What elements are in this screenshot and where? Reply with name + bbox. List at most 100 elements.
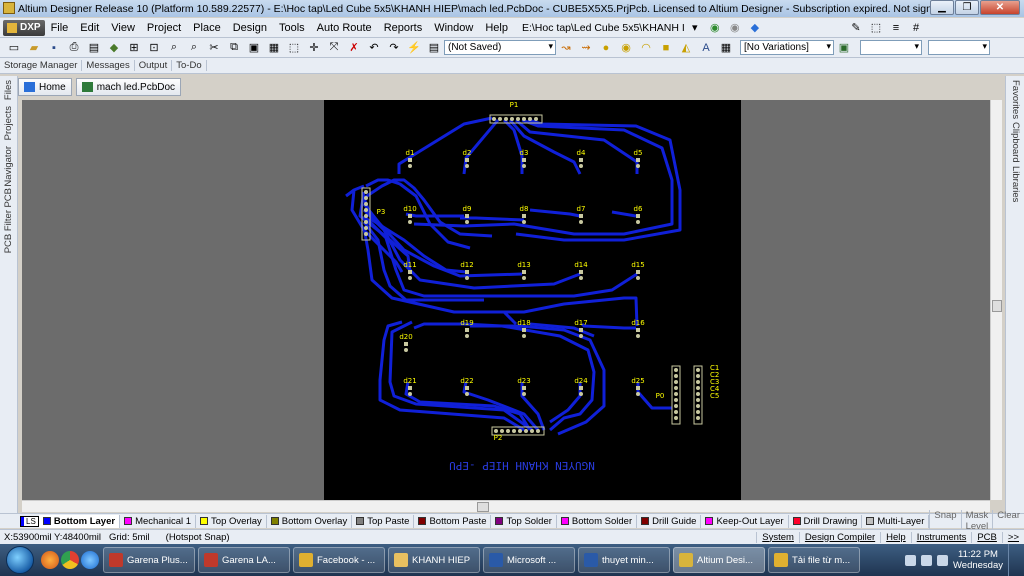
layer-tab-keep-out[interactable]: Keep-Out Layer (701, 514, 789, 528)
redo-icon[interactable]: ↷ (386, 41, 402, 55)
place-fill-icon[interactable]: ■ (658, 41, 674, 55)
pcb-board[interactable]: d1 d2 d3 d4 d5 d10 d9 d8 d7 d6 d11 d12 d13 d14 d15 d19 d… (324, 100, 741, 500)
filter-combo-2[interactable] (928, 40, 990, 55)
align-tool-icon[interactable]: ≡ (888, 21, 904, 35)
zoom-filter-icon[interactable]: ⌕ (186, 41, 202, 55)
clear-filter-icon[interactable]: ✗ (346, 41, 362, 55)
layer-tab-top-paste[interactable]: Top Paste (352, 514, 415, 528)
task-facebook[interactable]: Facebook - ... (293, 547, 385, 573)
layer-tab-mechanical-1[interactable]: Mechanical 1 (120, 514, 197, 528)
start-button[interactable] (0, 544, 40, 576)
save-icon[interactable]: ▪ (46, 41, 62, 55)
grid-tool-icon[interactable]: # (908, 21, 924, 35)
layer-tab-drill-guide[interactable]: Drill Guide (637, 514, 702, 528)
language-icon[interactable] (905, 554, 916, 566)
layer-tab-bottom-paste[interactable]: Bottom Paste (414, 514, 492, 528)
panel-storage-manager[interactable]: Storage Manager (0, 60, 83, 71)
move-icon[interactable]: ✛ (306, 41, 322, 55)
horizontal-scroll-thumb[interactable] (477, 502, 489, 512)
zoom-fit-icon[interactable]: ⊞ (126, 41, 142, 55)
panel-pcb[interactable]: PCB (3, 188, 14, 208)
menu-auto-route[interactable]: Auto Route (311, 22, 378, 34)
nav-home-icon[interactable]: ◆ (747, 21, 763, 35)
deselect-icon[interactable]: ⤧ (326, 41, 342, 55)
panel-favorites[interactable]: Favorites (1010, 80, 1021, 119)
task-altium[interactable]: Altium Desi... (673, 547, 765, 573)
panel-clipboard[interactable]: Clipboard (1010, 122, 1021, 163)
panel-navigator[interactable]: Navigator (3, 146, 14, 187)
menu-project[interactable]: Project (141, 22, 187, 34)
rubber-stamp-icon[interactable]: ▦ (266, 41, 282, 55)
place-pad-icon[interactable]: ● (598, 41, 614, 55)
place-string-icon[interactable]: A (698, 41, 714, 55)
crossprobe-icon[interactable]: ⚡ (406, 41, 422, 55)
browse-icon[interactable]: ▤ (426, 41, 442, 55)
route-multiple-icon[interactable]: ⇝ (578, 41, 594, 55)
filter-combo[interactable] (860, 40, 922, 55)
status-system[interactable]: System (756, 531, 799, 543)
task-garena-plus[interactable]: Garena Plus... (103, 547, 195, 573)
cut-icon[interactable]: ✂ (206, 41, 222, 55)
open-icon[interactable]: ▰ (26, 41, 42, 55)
pcb-workspace[interactable]: d1 d2 d3 d4 d5 d10 d9 d8 d7 d6 d11 d12 d13 d14 d15 d19 d… (22, 100, 990, 500)
task-tai-file[interactable]: Tải file từ m... (768, 547, 860, 573)
menu-design[interactable]: Design (227, 22, 273, 34)
variant-manager-icon[interactable]: ▣ (836, 41, 852, 55)
layer-tab-top-overlay[interactable]: Top Overlay (196, 514, 267, 528)
firefox-icon[interactable] (41, 551, 59, 569)
zoom-selected-icon[interactable]: ⌕ (166, 41, 182, 55)
layer-tab-bottom-solder[interactable]: Bottom Solder (557, 514, 638, 528)
panel-libraries[interactable]: Libraries (1010, 166, 1021, 202)
layer-tab-multi-layer[interactable]: Multi-Layer (862, 514, 930, 528)
show-desktop-button[interactable] (1008, 544, 1018, 576)
menu-view[interactable]: View (105, 22, 141, 34)
layer-tab-bottom-layer[interactable]: Bottom Layer (38, 514, 121, 528)
volume-icon[interactable] (937, 554, 948, 566)
open-project-icon[interactable]: ◆ (106, 41, 122, 55)
panel-messages[interactable]: Messages (82, 60, 135, 71)
menu-file[interactable]: File (45, 22, 75, 34)
path-dropdown-icon[interactable]: ▾ (687, 21, 703, 35)
close-button[interactable]: ✕ (980, 0, 1020, 15)
ie-icon[interactable] (81, 551, 99, 569)
menu-edit[interactable]: Edit (74, 22, 105, 34)
variations-combo[interactable]: [No Variations] (740, 40, 834, 55)
menu-reports[interactable]: Reports (378, 22, 429, 34)
task-khanh-hiep[interactable]: KHANH HIEP (388, 547, 480, 573)
vertical-scroll-thumb[interactable] (992, 300, 1002, 312)
print-icon[interactable]: ⎙ (66, 41, 82, 55)
undo-icon[interactable]: ↶ (366, 41, 382, 55)
menu-place[interactable]: Place (187, 22, 227, 34)
layer-tab-top-solder[interactable]: Top Solder (491, 514, 557, 528)
task-garena-la[interactable]: Garena LA... (198, 547, 290, 573)
select-area-icon[interactable]: ⬚ (286, 41, 302, 55)
vertical-scrollbar[interactable] (990, 100, 1002, 500)
horizontal-scrollbar[interactable] (22, 500, 990, 512)
status-design-compiler[interactable]: Design Compiler (798, 531, 880, 543)
dxp-menu[interactable]: DXP (3, 19, 45, 36)
layer-tab-bottom-overlay[interactable]: Bottom Overlay (267, 514, 353, 528)
nav-forward-icon[interactable]: ◉ (727, 21, 743, 35)
menu-help[interactable]: Help (479, 22, 514, 34)
tab-home[interactable]: Home (18, 78, 72, 96)
panel-todo[interactable]: To-Do (172, 60, 207, 71)
restore-button[interactable]: ❐ (955, 0, 979, 15)
task-microsoft[interactable]: Microsoft ... (483, 547, 575, 573)
paste-icon[interactable]: ▣ (246, 41, 262, 55)
place-component-icon[interactable]: ▦ (718, 41, 734, 55)
panel-output[interactable]: Output (135, 60, 173, 71)
status-instruments[interactable]: Instruments (910, 531, 972, 543)
new-icon[interactable]: ▭ (6, 41, 22, 55)
zoom-area-icon[interactable]: ⊡ (146, 41, 162, 55)
place-polygon-icon[interactable]: ◭ (678, 41, 694, 55)
nav-back-icon[interactable]: ◉ (707, 21, 723, 35)
saved-state-combo[interactable]: (Not Saved) (444, 40, 556, 55)
task-thuyet-minh[interactable]: thuyet min... (578, 547, 670, 573)
panel-pcb-filter[interactable]: PCB Filter (3, 210, 14, 253)
menu-window[interactable]: Window (428, 22, 479, 34)
panel-files[interactable]: Files (3, 80, 14, 100)
layer-tab-drill-drawing[interactable]: Drill Drawing (789, 514, 863, 528)
status-pcb[interactable]: PCB (971, 531, 1002, 543)
layer-set-button[interactable]: LS (20, 515, 39, 527)
select-tool-icon[interactable]: ⬚ (868, 21, 884, 35)
